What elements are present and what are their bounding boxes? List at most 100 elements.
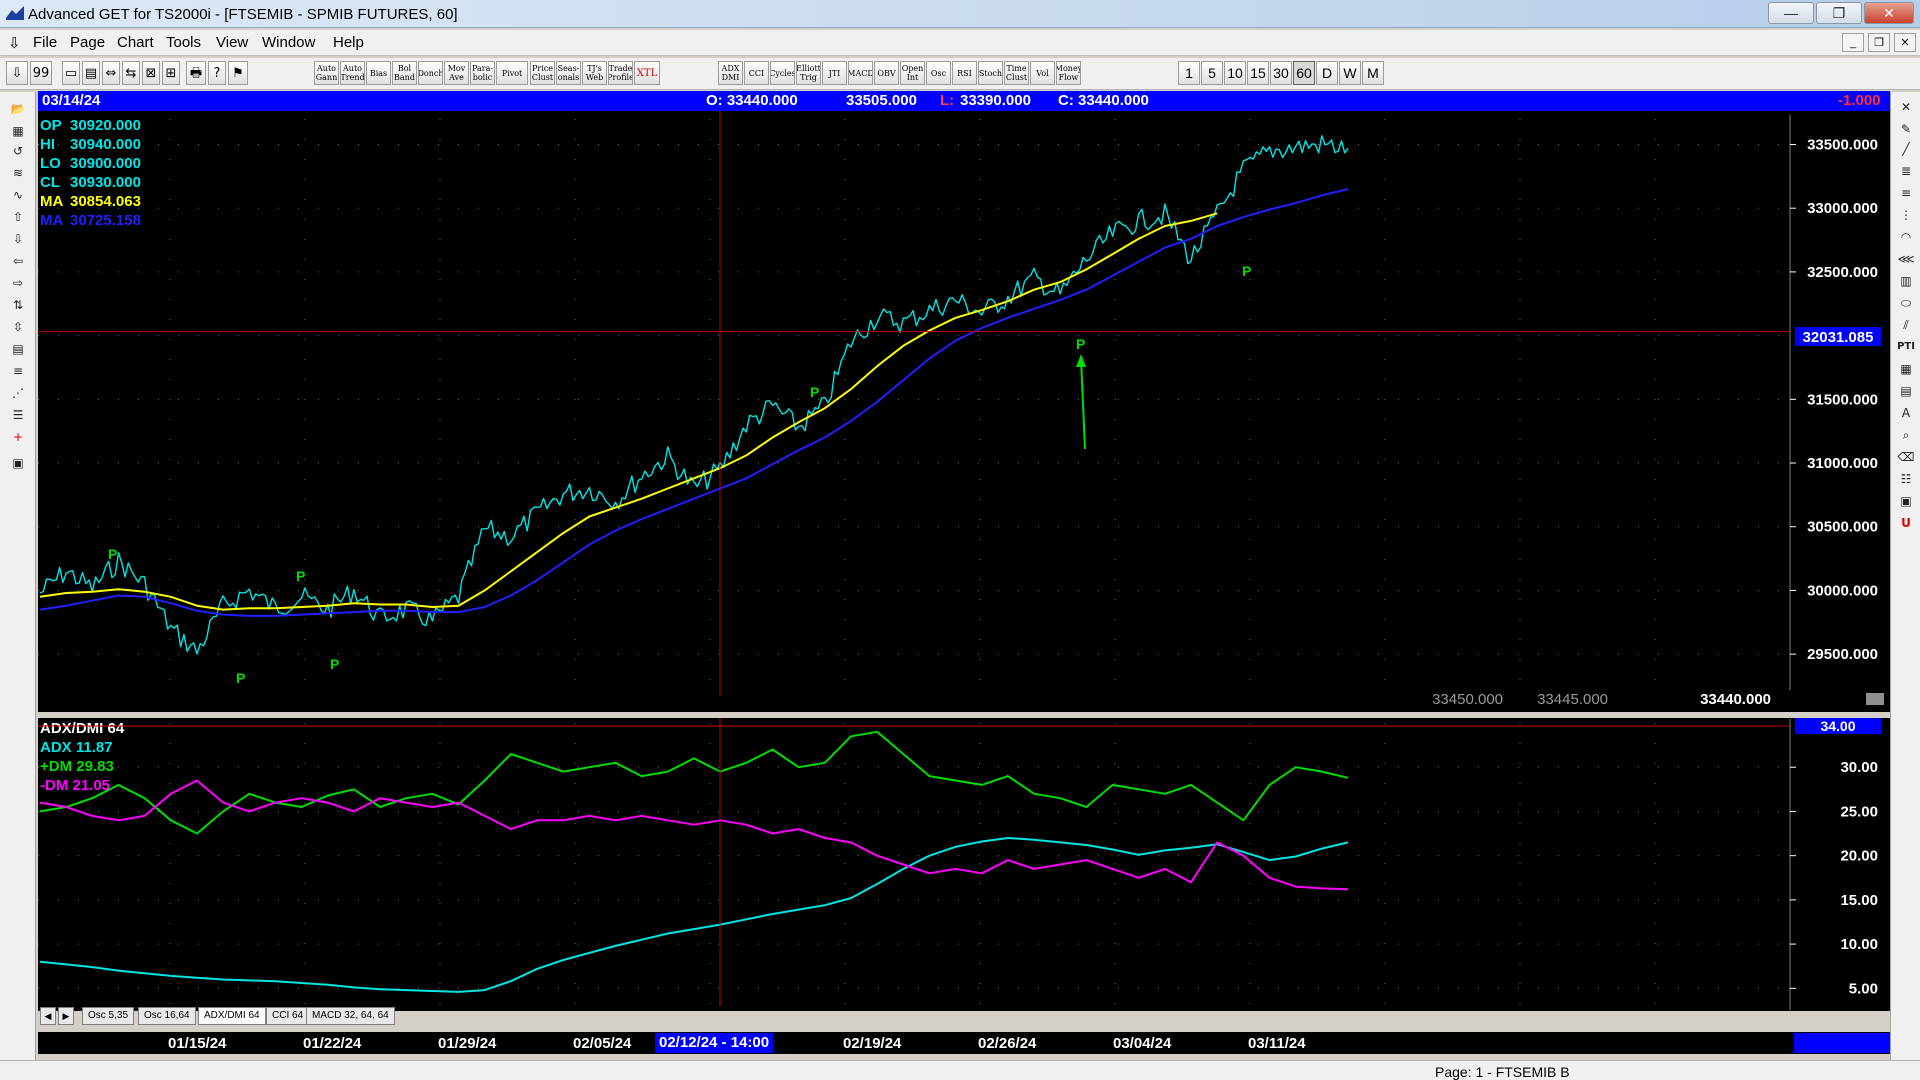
menu-window[interactable]: Window <box>262 34 315 51</box>
compress-icon[interactable]: ⇅ <box>5 296 31 314</box>
study-osc[interactable]: Osc <box>926 61 951 85</box>
minimize-button[interactable]: — <box>1768 2 1814 24</box>
text-icon[interactable]: A <box>1894 404 1918 422</box>
menu-view[interactable]: View <box>216 34 248 51</box>
fib-ret-icon[interactable]: ≣ <box>1894 162 1918 180</box>
expand-icon[interactable]: ⇳ <box>5 318 31 336</box>
maximize-button[interactable]: ❐ <box>1816 2 1862 24</box>
period-15[interactable]: 15 <box>1247 61 1269 85</box>
fib-time-icon[interactable]: ⋮ <box>1894 206 1918 224</box>
grid-icon[interactable]: ⊞ <box>162 61 180 85</box>
pattern-icon[interactable]: ▦ <box>5 122 31 140</box>
period-1[interactable]: 1 <box>1178 61 1200 85</box>
tab-osc-5-35[interactable]: Osc 5,35 <box>82 1007 135 1025</box>
parallel-icon[interactable]: ⫽ <box>1894 316 1918 334</box>
study-stoch[interactable]: Stoch <box>978 61 1003 85</box>
open-icon[interactable]: ▤ <box>82 61 100 85</box>
mdi-close-button[interactable]: ✕ <box>1894 33 1916 52</box>
study-price-clust[interactable]: Price Clust <box>530 61 555 85</box>
study-xtl[interactable]: XTL <box>634 61 660 85</box>
arrow-right-icon[interactable]: ⇨ <box>5 274 31 292</box>
tab-macd[interactable]: MACD 32, 64, 64 <box>306 1007 395 1025</box>
study-pivot[interactable]: Pivot <box>496 61 528 85</box>
print-icon[interactable]: 🖶 <box>186 61 206 85</box>
period-10[interactable]: 10 <box>1224 61 1246 85</box>
eraser-icon[interactable]: ⌫ <box>1894 448 1918 466</box>
pencil-icon[interactable]: ✎ <box>1894 120 1918 138</box>
period-daily[interactable]: D <box>1316 61 1338 85</box>
study-adx-dmi[interactable]: ADX DMI <box>718 61 743 85</box>
study-bol-band[interactable]: Bol Band <box>392 61 417 85</box>
grid-tool-icon[interactable]: ▤ <box>5 340 31 358</box>
study-mov-ave[interactable]: Mov Ave <box>444 61 469 85</box>
grid-box-icon[interactable]: ▦ <box>1894 360 1918 378</box>
pti-icon[interactable]: PTI <box>1894 338 1918 356</box>
study-auto-trend[interactable]: Auto Trend <box>340 61 365 85</box>
period-60[interactable]: 60 <box>1293 61 1315 85</box>
study-auto-gann[interactable]: Auto Gann <box>314 61 339 85</box>
list-icon[interactable]: ☷ <box>1894 470 1918 488</box>
chart-corner-icon[interactable] <box>1866 693 1884 705</box>
study-parabolic[interactable]: Para-bolic <box>470 61 495 85</box>
new-page-icon[interactable]: ▭ <box>62 61 80 85</box>
undo-icon[interactable]: U <box>1894 514 1918 532</box>
calendar-icon[interactable]: ▣ <box>1894 492 1918 510</box>
study-time-clust[interactable]: Time Clust <box>1004 61 1029 85</box>
reset-icon[interactable]: ↺ <box>5 142 31 160</box>
lines-icon[interactable]: ≡ <box>5 362 31 380</box>
chart-area[interactable]: 29500.000 30000.000 30500.000 31000.000 3150… <box>38 111 1890 1011</box>
study-obv[interactable]: OBV <box>874 61 899 85</box>
arc-icon[interactable]: ◠ <box>1894 228 1918 246</box>
channel-icon[interactable]: ▥ <box>1894 272 1918 290</box>
study-open-int[interactable]: Open Int <box>900 61 925 85</box>
close-button[interactable]: ✕ <box>1864 2 1914 24</box>
doc-icon[interactable]: ⇩ <box>8 34 21 52</box>
gann-icon[interactable]: ⋰ <box>5 384 31 402</box>
delete-icon[interactable]: ⊠ <box>142 61 160 85</box>
elliott-icon[interactable]: ∿ <box>5 186 31 204</box>
panel-separator[interactable] <box>38 712 1890 718</box>
line-tool-icon[interactable]: ╱ <box>1894 140 1918 158</box>
study-tjs-web[interactable]: TJ's Web <box>582 61 607 85</box>
context-help-icon[interactable]: ⚑ <box>228 61 248 85</box>
swap-icon[interactable]: ⇆ <box>122 61 140 85</box>
arrow-down-icon[interactable]: ⇩ <box>5 230 31 248</box>
fib-ext-icon[interactable]: ≡ <box>1894 184 1918 202</box>
open-chart-icon[interactable]: 📂 <box>5 100 31 118</box>
mdi-minimize-button[interactable]: _ <box>1842 33 1864 52</box>
study-vol[interactable]: Vol <box>1030 61 1055 85</box>
study-icon[interactable]: ≋ <box>5 164 31 182</box>
period-5[interactable]: 5 <box>1201 61 1223 85</box>
tab-prev-button[interactable]: ◀ <box>40 1007 56 1025</box>
study-cci[interactable]: CCI <box>744 61 769 85</box>
quote-icon[interactable]: 99 <box>30 61 52 85</box>
zoom-icon[interactable]: ⌕ <box>1894 426 1918 444</box>
study-donch[interactable]: Donch <box>418 61 443 85</box>
menu-help[interactable]: Help <box>333 34 364 51</box>
help-icon[interactable]: ? <box>208 61 226 85</box>
tab-next-button[interactable]: ▶ <box>58 1007 74 1025</box>
mdi-restore-button[interactable]: ❐ <box>1868 33 1890 52</box>
crosshair-icon[interactable]: + <box>5 428 31 446</box>
study-bias[interactable]: Bias <box>366 61 391 85</box>
study-trade-profile[interactable]: Trade Profile <box>608 61 633 85</box>
period-30[interactable]: 30 <box>1270 61 1292 85</box>
arrow-left-icon[interactable]: ⇦ <box>5 252 31 270</box>
study-money-flow[interactable]: Money Flow <box>1056 61 1081 85</box>
study-rsi[interactable]: RSI <box>952 61 977 85</box>
study-elliott-trig[interactable]: Elliott Trig <box>796 61 821 85</box>
ellipse-icon[interactable]: ⬭ <box>1894 294 1918 312</box>
cross-icon[interactable]: ✕ <box>1894 98 1918 116</box>
download-icon[interactable]: ⇩ <box>6 61 28 85</box>
study-seasonals[interactable]: Seas-onals <box>556 61 581 85</box>
prob-icon[interactable]: ▤ <box>1894 382 1918 400</box>
fib-icon[interactable]: ☰ <box>5 406 31 424</box>
study-cycles[interactable]: Cycles <box>770 61 795 85</box>
menu-tools[interactable]: Tools <box>166 34 201 51</box>
fan-icon[interactable]: ⋘ <box>1894 250 1918 268</box>
study-jti[interactable]: JTI <box>822 61 847 85</box>
period-weekly[interactable]: W <box>1339 61 1361 85</box>
menu-chart[interactable]: Chart <box>117 34 154 51</box>
tab-cci-64[interactable]: CCI 64 <box>266 1007 310 1025</box>
tab-adx-dmi-64[interactable]: ADX/DMI 64 <box>198 1007 266 1025</box>
